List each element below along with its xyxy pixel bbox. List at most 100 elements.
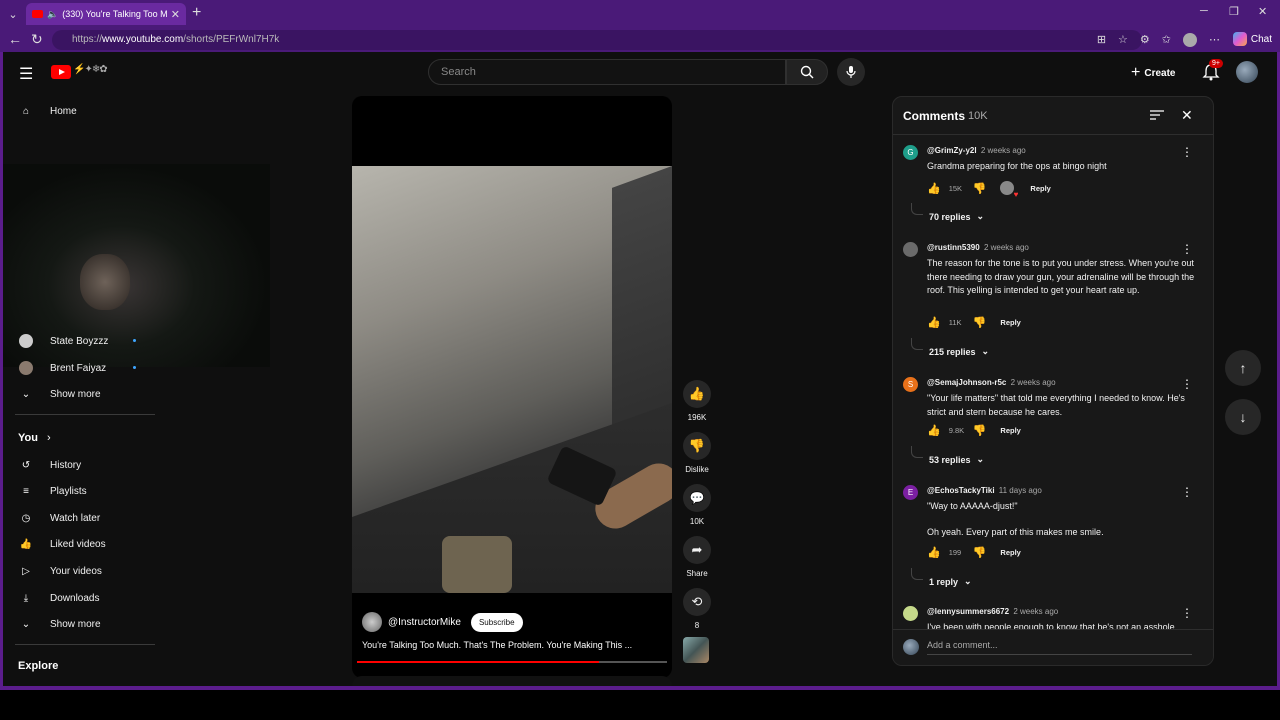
remix-button[interactable]: ⟲ — [683, 588, 711, 616]
add-comment-bar: Add a comment... — [893, 629, 1213, 665]
reply-button[interactable]: Reply — [1000, 548, 1020, 557]
url-field[interactable]: https://www.youtube.com/shorts/PEFrWnl7H… — [52, 30, 1142, 50]
comment-menu-icon[interactable]: ⋮ — [1181, 606, 1193, 620]
comment-author[interactable]: @GrimZy-y2l — [927, 146, 977, 155]
shorts-player[interactable]: @InstructorMike Subscribe You're Talking… — [352, 96, 672, 678]
thread-line — [911, 338, 923, 350]
sidebar-item-watch-later[interactable]: ◷ Watch later — [18, 508, 101, 528]
reply-button[interactable]: Reply — [1000, 318, 1020, 327]
comment-avatar[interactable] — [903, 242, 918, 257]
create-label: Create — [1144, 67, 1176, 79]
channel-name[interactable]: @InstructorMike — [388, 617, 461, 628]
like-action[interactable]: 👍 196K — [679, 380, 715, 422]
sidebar-item-playlists[interactable]: ≡ Playlists — [18, 481, 87, 501]
comment-author[interactable]: @lennysummers6672 — [927, 607, 1009, 616]
speaker-icon[interactable]: 🔈 — [47, 9, 58, 20]
new-tab-icon[interactable]: + — [192, 4, 201, 22]
comment-time[interactable]: 2 weeks ago — [1013, 607, 1058, 616]
thumbs-down-icon[interactable]: 👎 — [973, 424, 987, 437]
sidebar-item-home[interactable]: ⌂ Home — [18, 101, 77, 121]
favorite-star-icon[interactable]: ☆ — [1118, 33, 1128, 47]
comment-author[interactable]: @SemajJohnson-r5c — [927, 378, 1006, 387]
sidebar-item-state-boyzzz[interactable]: State Boyzzz — [18, 331, 136, 351]
subscribe-button[interactable]: Subscribe — [470, 612, 523, 632]
comment-menu-icon[interactable]: ⋮ — [1181, 242, 1193, 256]
channel-avatar[interactable] — [362, 612, 382, 632]
sidebar-item-liked-videos[interactable]: 👍 Liked videos — [18, 534, 106, 554]
voice-search-button[interactable] — [837, 58, 865, 86]
copilot-chat-button[interactable]: Chat — [1232, 32, 1272, 46]
extensions-icon[interactable]: ⚙ — [1140, 33, 1150, 47]
thumbs-down-icon: 👎 — [688, 438, 706, 453]
comment-avatar[interactable] — [903, 606, 918, 621]
close-comments-icon[interactable]: ✕ — [1181, 107, 1193, 124]
reply-button[interactable]: Reply — [1030, 184, 1050, 193]
thumbs-up-icon[interactable]: 👍 — [927, 424, 941, 437]
dislike-action[interactable]: 👎 Dislike — [679, 432, 715, 474]
refresh-icon[interactable]: ↻ — [31, 31, 43, 48]
next-short-button[interactable]: ↓ — [1225, 399, 1261, 435]
search-button[interactable] — [786, 59, 828, 85]
comment-author[interactable]: @EchosTackyTiki — [927, 486, 995, 495]
menu-icon[interactable]: ☰ — [19, 64, 33, 84]
replies-toggle[interactable]: 1 reply ⌄ — [929, 576, 972, 587]
thumbs-up-icon[interactable]: 👍 — [927, 182, 941, 195]
comment-action[interactable]: 💬 10K — [679, 484, 715, 526]
sidebar-show-more-you[interactable]: ⌄ Show more — [18, 614, 101, 634]
sort-icon[interactable] — [1149, 109, 1165, 121]
like-button[interactable]: 👍 — [683, 380, 711, 408]
sidebar-item-brent-faiyaz[interactable]: Brent Faiyaz — [18, 358, 136, 378]
youtube-logo-icon[interactable] — [51, 65, 71, 79]
progress-bar[interactable] — [357, 661, 667, 663]
back-icon[interactable]: ← — [8, 31, 22, 47]
sound-thumbnail[interactable] — [683, 637, 709, 663]
sidebar-item-your-videos[interactable]: ▷ Your videos — [18, 561, 102, 581]
tab-close-icon[interactable]: ✕ — [171, 8, 180, 21]
thumbs-up-icon[interactable]: 👍 — [927, 546, 941, 559]
sidebar-you-heading[interactable]: You › — [18, 432, 51, 444]
thumbs-up-icon[interactable]: 👍 — [927, 316, 941, 329]
add-comment-input[interactable]: Add a comment... — [927, 640, 1192, 655]
thumbs-down-icon[interactable]: 👎 — [973, 182, 987, 195]
comment-time[interactable]: 11 days ago — [999, 486, 1042, 495]
remix-action[interactable]: ⟲ 8 — [679, 588, 715, 630]
comment-menu-icon[interactable]: ⋮ — [1181, 485, 1193, 499]
replies-toggle[interactable]: 53 replies ⌄ — [929, 454, 984, 465]
comment-menu-icon[interactable]: ⋮ — [1181, 377, 1193, 391]
thumbs-down-icon[interactable]: 👎 — [973, 546, 987, 559]
search-input[interactable]: Search — [428, 59, 786, 85]
dislike-button[interactable]: 👎 — [683, 432, 711, 460]
restore-icon[interactable]: ❐ — [1229, 5, 1239, 18]
previous-short-button[interactable]: ↑ — [1225, 350, 1261, 386]
reply-button[interactable]: Reply — [1000, 426, 1020, 435]
comment-time[interactable]: 2 weeks ago — [984, 243, 1029, 252]
short-title[interactable]: You're Talking Too Much. That's The Prob… — [362, 640, 662, 650]
comment-time[interactable]: 2 weeks ago — [1011, 378, 1056, 387]
app-available-icon[interactable]: ⊞ — [1097, 33, 1106, 47]
comment-avatar[interactable]: E — [903, 485, 918, 500]
more-icon[interactable]: ⋯ — [1209, 33, 1220, 47]
comment-avatar[interactable]: G — [903, 145, 918, 160]
share-button[interactable]: ➦ — [683, 536, 711, 564]
thumbs-down-icon[interactable]: 👎 — [973, 316, 987, 329]
comment-author[interactable]: @rustinn5390 — [927, 243, 980, 252]
share-action[interactable]: ➦ Share — [679, 536, 715, 578]
comment-time[interactable]: 2 weeks ago — [981, 146, 1026, 155]
create-button[interactable]: + Create — [1131, 64, 1175, 82]
sidebar-show-more-subs[interactable]: ⌄ Show more — [18, 384, 101, 404]
active-tab[interactable]: 🔈 (330) You're Talking Too Much ✕ — [26, 3, 186, 25]
sidebar-item-history[interactable]: ↺ History — [18, 455, 81, 475]
comment-avatar[interactable]: S — [903, 377, 918, 392]
minimize-icon[interactable]: ─ — [1200, 5, 1208, 17]
replies-toggle[interactable]: 215 replies ⌄ — [929, 346, 989, 357]
profile-icon[interactable] — [1183, 33, 1197, 47]
tab-list-chevron-icon[interactable]: ⌄ — [4, 5, 22, 23]
close-window-icon[interactable]: ✕ — [1258, 5, 1267, 18]
sidebar-item-downloads[interactable]: ⤓ Downloads — [18, 588, 100, 608]
replies-toggle[interactable]: 70 replies ⌄ — [929, 211, 984, 222]
comments-button[interactable]: 💬 — [683, 484, 711, 512]
comment-menu-icon[interactable]: ⋮ — [1181, 145, 1193, 159]
account-avatar[interactable] — [1236, 61, 1258, 83]
favorites-icon[interactable]: ✩ — [1162, 33, 1171, 47]
video-frame[interactable] — [352, 166, 672, 593]
